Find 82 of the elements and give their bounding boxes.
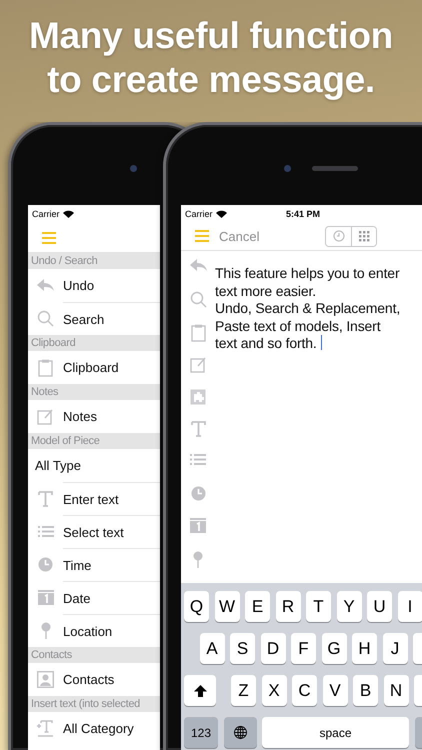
- letter-key[interactable]: T: [306, 591, 331, 622]
- message-text: This feature helps you to enter text more easier.: [215, 265, 400, 300]
- notes-icon: [190, 356, 206, 374]
- menu-item[interactable]: Undo: [28, 269, 160, 302]
- letter-key[interactable]: I: [398, 591, 422, 622]
- grid-tab[interactable]: [351, 226, 376, 246]
- wifi-icon: [62, 210, 74, 218]
- letter-key[interactable]: V: [322, 675, 348, 706]
- carrier-label: Carrier: [185, 208, 213, 219]
- letter-key[interactable]: H: [352, 633, 377, 664]
- search-icon: [190, 291, 206, 308]
- letter-key[interactable]: W: [214, 591, 240, 622]
- camera-dot: [130, 165, 137, 172]
- message-text: Undo, Search & Replacement, Paste text of models, Insert text and so forth.: [215, 300, 402, 353]
- letter-key[interactable]: G: [322, 633, 346, 664]
- letter-key[interactable]: Z: [231, 675, 256, 706]
- clock-icon: [38, 557, 53, 572]
- menu-item[interactable]: Select text: [28, 515, 160, 548]
- section-header: Model of Piece: [28, 433, 160, 449]
- menu-item[interactable]: Time: [28, 548, 160, 581]
- globe-key[interactable]: [224, 717, 256, 748]
- insert-text-icon: [37, 720, 54, 738]
- clock-icon: [332, 230, 344, 242]
- headline: Many useful function: [28, 14, 393, 58]
- menu-item[interactable]: All Type: [28, 449, 160, 482]
- contact-card-icon: [37, 671, 54, 688]
- globe-icon: [234, 726, 246, 739]
- undo-icon: [37, 279, 54, 292]
- menu-item[interactable]: Date: [28, 581, 160, 614]
- calendar-icon: [190, 518, 206, 534]
- section-header: Undo / Search: [28, 253, 160, 269]
- menu-item[interactable]: Notes: [28, 400, 160, 433]
- search-icon: [37, 310, 54, 327]
- letter-key[interactable]: C: [292, 675, 317, 706]
- shift-key[interactable]: [184, 675, 216, 706]
- undo-icon: [190, 259, 206, 272]
- list-icon: [190, 453, 206, 466]
- letter-key[interactable]: A: [200, 633, 224, 664]
- calendar-icon: [38, 590, 54, 605]
- headline: to create message.: [47, 58, 375, 102]
- letter-key[interactable]: N: [384, 675, 408, 706]
- letter-key[interactable]: D: [260, 633, 286, 664]
- section-header: Clipboard: [28, 335, 160, 351]
- section-header: Insert text (into selected: [28, 696, 160, 712]
- grid-icon: [358, 230, 370, 242]
- letter-t-icon: [38, 490, 53, 506]
- message-text-area[interactable]: This feature helps you to enter text more easier. Undo, Search & Replacement, Paste text of models, Insert text and so forth.: [215, 251, 403, 583]
- letter-key[interactable]: Y: [336, 591, 362, 622]
- letter-key[interactable]: U: [367, 591, 392, 622]
- speaker-slot: [312, 166, 358, 171]
- menu-icon[interactable]: [195, 230, 209, 242]
- wifi-icon: [216, 210, 227, 218]
- letter-key[interactable]: R: [276, 591, 300, 622]
- list-icon: [38, 525, 54, 538]
- clock-icon: [190, 486, 206, 501]
- carrier-label: Carrier: [32, 209, 60, 219]
- letter-key[interactable]: F: [291, 633, 316, 664]
- clipboard-icon: [190, 324, 206, 342]
- space-key[interactable]: space: [262, 717, 409, 748]
- puzzle-icon: [190, 388, 206, 406]
- letter-key[interactable]: B: [353, 675, 378, 706]
- section-header: Contacts: [28, 647, 160, 663]
- menu-item[interactable]: All Category: [28, 712, 160, 745]
- numbers-key[interactable]: 123: [184, 717, 218, 748]
- shift-arrow-icon: [194, 684, 206, 696]
- letter-t-icon: [190, 421, 206, 438]
- letter-key[interactable]: Q: [184, 591, 209, 622]
- clipboard-icon: [38, 358, 53, 376]
- menu-icon[interactable]: [42, 232, 56, 244]
- pin-icon: [193, 550, 203, 568]
- camera-dot: [284, 165, 291, 172]
- letter-key[interactable]: J: [382, 633, 408, 664]
- notes-icon: [37, 408, 54, 425]
- letter-key[interactable]: E: [245, 591, 270, 622]
- section-header: Notes: [28, 384, 160, 400]
- letter-key[interactable]: S: [230, 633, 255, 664]
- menu-item[interactable]: Contacts: [28, 663, 160, 696]
- status-time: 5:41 PM: [286, 208, 320, 219]
- menu-item[interactable]: Clipboard: [28, 351, 160, 384]
- pin-icon: [40, 622, 50, 639]
- menu-item[interactable]: Enter text: [28, 482, 160, 515]
- letter-key[interactable]: X: [262, 675, 286, 706]
